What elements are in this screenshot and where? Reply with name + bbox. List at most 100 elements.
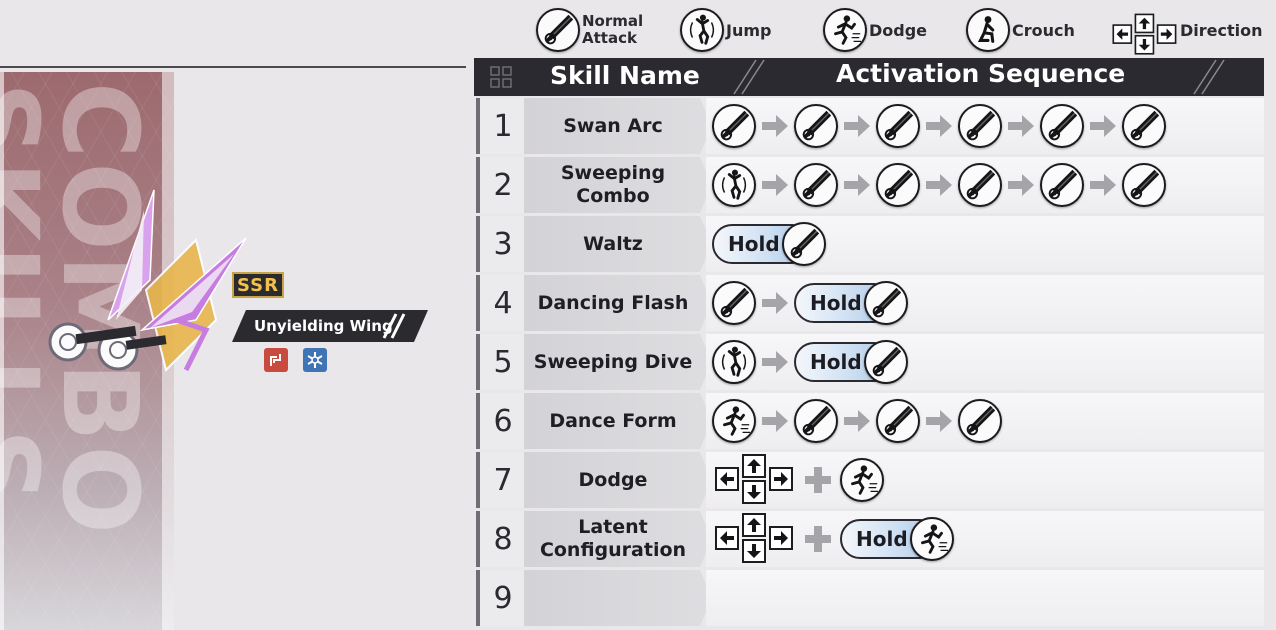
legend-crouch: Crouch — [966, 8, 1075, 52]
skill-number: 7 — [476, 452, 526, 508]
arrow-right-icon — [1004, 165, 1038, 205]
skill-row: 1 Swan Arc — [476, 98, 1264, 154]
normal-attack-icon — [958, 163, 1002, 207]
arrow-right-icon — [840, 106, 874, 146]
plus-icon — [798, 519, 838, 559]
normal-attack-icon — [794, 399, 838, 443]
arrow-right-icon — [758, 106, 792, 146]
skill-row: 6 Dance Form — [476, 393, 1264, 449]
skill-row: 2 Sweeping Combo — [476, 157, 1264, 213]
normal-attack-icon — [536, 8, 580, 52]
legend-label: Jump — [726, 20, 772, 40]
skill-number: 4 — [476, 275, 526, 331]
skill-name: Swan Arc — [524, 98, 712, 154]
skill-number: 2 — [476, 157, 526, 213]
skill-name: Sweeping Combo — [524, 157, 712, 213]
hold-input: Hold — [794, 340, 908, 384]
arrow-right-icon — [1086, 106, 1120, 146]
divider-line — [0, 66, 466, 68]
direction-icon — [712, 454, 796, 506]
legend-label: Dodge — [869, 20, 928, 40]
weapon-name: Unyielding Wing — [254, 317, 393, 335]
legend-label: Direction — [1180, 20, 1263, 40]
normal-attack-icon — [864, 340, 908, 384]
skills-table-header: Skill Name Activation Sequence — [474, 58, 1264, 96]
arrow-right-icon — [758, 165, 792, 205]
ice-element-icon — [303, 348, 327, 372]
activation-sequence: Hold — [706, 511, 1264, 567]
activation-sequence — [706, 98, 1264, 154]
legend-normal-attack: Normal Attack — [536, 8, 654, 52]
activation-sequence — [706, 452, 1264, 508]
activation-sequence: Hold — [706, 334, 1264, 390]
normal-attack-icon — [712, 104, 756, 148]
skill-number: 5 — [476, 334, 526, 390]
header-skill-name: Skill Name — [550, 61, 700, 90]
arrow-right-icon — [922, 401, 956, 441]
hold-input: Hold — [840, 517, 954, 561]
skill-number: 8 — [476, 511, 526, 567]
crouch-icon — [966, 8, 1010, 52]
skill-number: 6 — [476, 393, 526, 449]
skill-name: Latent Configuration — [524, 511, 712, 567]
normal-attack-icon — [876, 399, 920, 443]
legend-dodge: Dodge — [823, 8, 927, 52]
normal-attack-icon — [1122, 104, 1166, 148]
activation-sequence: Hold — [706, 216, 1264, 272]
normal-attack-icon — [794, 163, 838, 207]
arrow-right-icon — [758, 401, 792, 441]
normal-attack-icon — [794, 104, 838, 148]
jump-icon — [712, 163, 756, 207]
weapon-name-label: Unyielding Wing — [232, 310, 428, 342]
skill-name: Waltz — [524, 216, 712, 272]
skill-row: 4 Dancing Flash Hold — [476, 275, 1264, 331]
skill-row: 8 Latent Configuration Hold — [476, 511, 1264, 567]
dodge-icon — [823, 8, 867, 52]
normal-attack-icon — [876, 104, 920, 148]
skill-number: 1 — [476, 98, 526, 154]
skill-name: Dodge — [524, 452, 712, 508]
skill-row: 7 Dodge — [476, 452, 1264, 508]
skill-number: 3 — [476, 216, 526, 272]
arrow-right-icon — [1004, 106, 1038, 146]
skill-row: 3 Waltz Hold — [476, 216, 1264, 272]
normal-attack-icon — [876, 163, 920, 207]
normal-attack-icon — [712, 281, 756, 325]
normal-attack-icon — [958, 399, 1002, 443]
dodge-icon — [840, 458, 884, 502]
fire-element-icon — [264, 348, 288, 372]
jump-icon — [712, 340, 756, 384]
activation-sequence — [706, 570, 1264, 626]
arrow-right-icon — [840, 165, 874, 205]
normal-attack-icon — [864, 281, 908, 325]
header-activation-sequence: Activation Sequence — [836, 59, 1126, 88]
normal-attack-icon — [958, 104, 1002, 148]
arrow-right-icon — [840, 401, 874, 441]
legend-label: Crouch — [1012, 20, 1075, 40]
legend-direction: Direction — [1110, 8, 1263, 55]
activation-sequence: Hold — [706, 275, 1264, 331]
skill-name: Dance Form — [524, 393, 712, 449]
skill-name: Dancing Flash — [524, 275, 712, 331]
hold-input: Hold — [794, 281, 908, 325]
plus-icon — [798, 460, 838, 500]
rarity-badge: SSR — [232, 272, 284, 298]
skill-row: 5 Sweeping Dive Hold — [476, 334, 1264, 390]
normal-attack-icon — [1122, 163, 1166, 207]
arrow-right-icon — [1086, 165, 1120, 205]
arrow-right-icon — [758, 283, 792, 323]
skill-number: 9 — [476, 570, 526, 626]
legend-label: Normal Attack — [582, 12, 644, 47]
dodge-icon — [712, 399, 756, 443]
grid-icon — [490, 66, 512, 88]
dodge-icon — [910, 517, 954, 561]
direction-icon — [712, 513, 796, 565]
normal-attack-icon — [782, 222, 826, 266]
arrow-right-icon — [922, 106, 956, 146]
legend-jump: Jump — [680, 8, 771, 52]
skill-row: 9 — [476, 570, 1264, 626]
hold-input: Hold — [712, 222, 826, 266]
skill-name: Sweeping Dive — [524, 334, 712, 390]
direction-icon — [1110, 13, 1177, 55]
normal-attack-icon — [1040, 163, 1084, 207]
